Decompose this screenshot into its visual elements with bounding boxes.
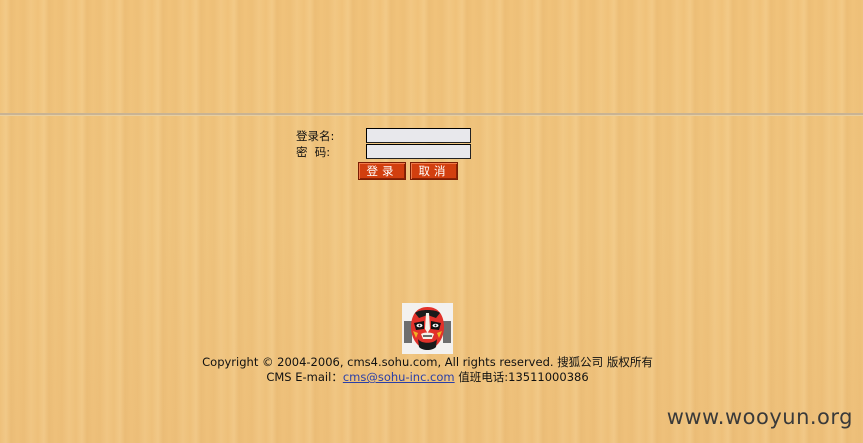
username-input[interactable] (366, 128, 471, 143)
email-prefix: CMS E-mail： (266, 370, 343, 384)
password-row: 密 码: (296, 144, 496, 160)
email-link[interactable]: cms@sohu-inc.com (343, 370, 455, 384)
opera-mask-icon (402, 303, 453, 354)
footer: Copyright © 2004-2006, cms4.sohu.com, Al… (0, 355, 855, 385)
username-label: 登录名: (296, 129, 335, 143)
copyright-text: Copyright © 2004-2006, cms4.sohu.com, Al… (202, 355, 653, 369)
phone-text: 值班电话:13511000386 (454, 370, 589, 384)
password-input[interactable] (366, 144, 471, 159)
cancel-button[interactable]: 取消 (410, 162, 458, 180)
form-buttons: 登录 取消 (358, 162, 468, 180)
password-label: 密 码: (296, 145, 331, 159)
watermark: www.wooyun.org (666, 405, 853, 429)
login-button[interactable]: 登录 (358, 162, 406, 180)
username-row: 登录名: (296, 128, 496, 144)
header-divider (0, 113, 863, 116)
login-form: 登录名: 密 码: 登录 取消 (296, 128, 496, 180)
contact-line: CMS E-mail：cms@sohu-inc.com 值班电话:1351100… (0, 370, 855, 385)
